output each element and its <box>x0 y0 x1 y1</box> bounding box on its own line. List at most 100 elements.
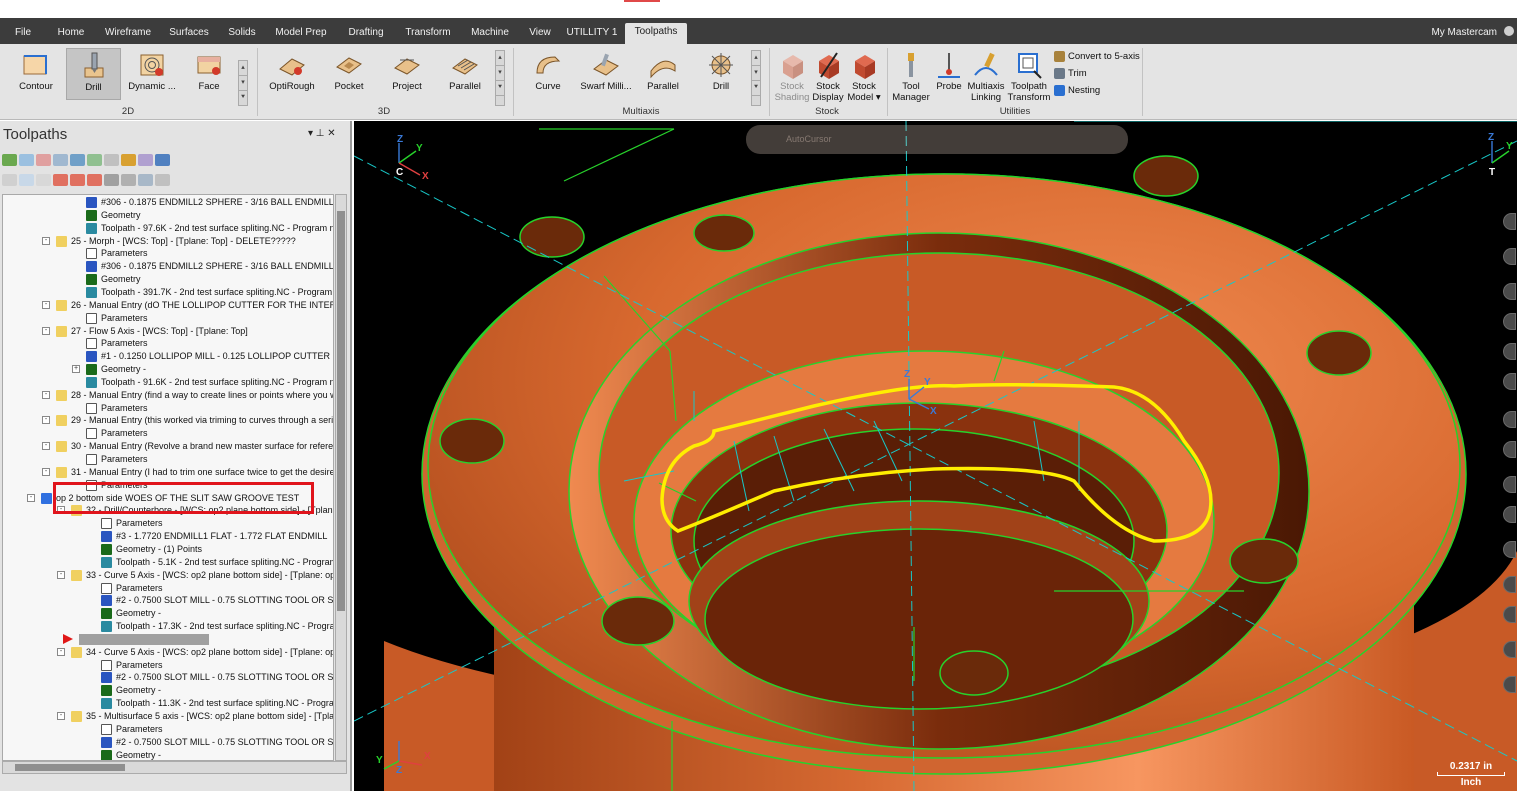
tree-row[interactable]: - 29 - Manual Entry (this worked via trim… <box>3 414 333 427</box>
backplot-icon[interactable] <box>70 154 85 166</box>
tree-row[interactable]: - 25 - Morph - [WCS: Top] - [Tplane: Top]… <box>3 235 333 248</box>
menu-tab-solids[interactable]: Solids <box>222 18 262 44</box>
simulate-icon[interactable] <box>104 154 119 166</box>
menu-tab-machine[interactable]: Machine <box>464 18 516 44</box>
viewsheet-tab-icon[interactable] <box>1503 676 1516 693</box>
my-mastercam-menu[interactable]: My Mastercam <box>1431 18 1497 44</box>
collapse-toggle[interactable]: - <box>42 416 50 425</box>
tree-row[interactable]: Parameters <box>3 337 333 350</box>
toolpath-tree[interactable]: #306 - 0.1875 ENDMILL2 SPHERE - 3/16 BAL… <box>2 194 334 761</box>
verify-icon[interactable] <box>87 154 102 166</box>
tree-scroll-thumb[interactable] <box>337 211 345 611</box>
collapse-toggle[interactable]: - <box>57 712 65 720</box>
tree-row[interactable]: - 34 - Curve 5 Axis - [WCS: op2 plane bot… <box>3 646 333 659</box>
scroll-to-icon[interactable] <box>104 174 119 186</box>
parallel-3d-button[interactable]: Parallel <box>438 48 492 100</box>
show-selected-icon[interactable] <box>121 174 136 186</box>
viewsheet-tab-icon[interactable] <box>1503 373 1516 390</box>
menu-tab-utillity-1[interactable]: UTILLITY 1 <box>566 18 618 44</box>
collapse-toggle[interactable]: - <box>42 442 50 451</box>
convert-to-5-axis-button[interactable]: Convert to 5-axis <box>1054 49 1140 64</box>
trim-button[interactable]: Trim <box>1054 66 1087 81</box>
tree-vertical-scrollbar[interactable] <box>335 194 347 761</box>
menu-tab-surfaces[interactable]: Surfaces <box>165 18 213 44</box>
gallery-2d-scroll[interactable]: ▴ ▾ ⯆ <box>238 60 248 106</box>
tree-row[interactable]: Geometry - <box>3 684 333 697</box>
probe-button[interactable]: Probe <box>933 48 965 100</box>
select-failed-icon[interactable] <box>19 154 34 166</box>
face-button[interactable]: Face <box>183 48 235 100</box>
regenerate-icon[interactable] <box>36 154 51 166</box>
expand-icon[interactable] <box>155 174 170 186</box>
tool-manager-button[interactable]: Tool Manager <box>890 48 932 103</box>
drill-2d-button[interactable]: Drill <box>66 48 121 100</box>
viewsheet-tab-icon[interactable] <box>1503 248 1516 265</box>
panel-controls[interactable]: ▾ ⊥ ✕ <box>308 128 336 139</box>
gallery-3d-scroll[interactable]: ▴ ▾ ⯆ <box>495 50 505 106</box>
collapse-toggle[interactable]: - <box>57 570 65 579</box>
tree-horizontal-scrollbar[interactable] <box>2 761 347 774</box>
tree-row[interactable]: Parameters <box>3 582 333 595</box>
high-speed-icon[interactable] <box>138 154 153 166</box>
viewsheet-tab-icon[interactable] <box>1503 213 1516 230</box>
tree-row[interactable]: #306 - 0.1875 ENDMILL2 SPHERE - 3/16 BAL… <box>3 260 333 273</box>
swarf-milling-button[interactable]: Swarf Milli... <box>578 48 634 100</box>
drill-multiaxis-button[interactable]: Drill <box>694 48 748 100</box>
menu-tab-toolpaths[interactable]: Toolpaths <box>625 23 687 44</box>
menu-tab-home[interactable]: Home <box>52 18 90 44</box>
tree-row[interactable]: - 27 - Flow 5 Axis - [WCS: Top] - [Tplane… <box>3 325 333 338</box>
tree-row[interactable]: Parameters <box>3 723 333 736</box>
menu-tab-drafting[interactable]: Drafting <box>340 18 392 44</box>
tree-row[interactable]: Geometry - (1) Points <box>3 543 333 556</box>
collapse-toggle[interactable]: - <box>42 467 50 476</box>
viewsheet-tab-icon[interactable] <box>1503 313 1516 330</box>
tree-hscroll-thumb[interactable] <box>15 764 125 771</box>
tree-row[interactable]: - 33 - Curve 5 Axis - [WCS: op2 plane bot… <box>3 569 333 582</box>
dynamic-button[interactable]: Dynamic ... <box>124 48 180 100</box>
collapse-toggle[interactable]: - <box>42 236 50 245</box>
tree-row[interactable]: Parameters <box>3 453 333 466</box>
menu-tab-file[interactable]: File <box>8 18 38 44</box>
tree-row[interactable]: Geometry <box>3 209 333 222</box>
options-icon[interactable] <box>138 174 153 186</box>
tree-row[interactable]: #2 - 0.7500 SLOT MILL - 0.75 SLOTTING TO… <box>3 736 333 749</box>
toolpath-transform-button[interactable]: Toolpath Transform <box>1007 48 1051 103</box>
tree-row[interactable]: #2 - 0.7500 SLOT MILL - 0.75 SLOTTING TO… <box>3 594 333 607</box>
graphics-viewport[interactable]: Z Y C X Z Y T Z Y X Z Y X AutoCursor 0.2… <box>354 121 1517 791</box>
menu-tab-wireframe[interactable]: Wireframe <box>100 18 156 44</box>
viewsheet-tab-icon[interactable] <box>1503 411 1516 428</box>
toggle-display-icon[interactable] <box>19 174 34 186</box>
nesting-button[interactable]: Nesting <box>1054 83 1100 98</box>
tree-row[interactable]: Parameters <box>3 427 333 440</box>
tree-row[interactable]: Toolpath - 17.3K - 2nd test surface spli… <box>3 620 333 633</box>
tree-row[interactable]: - 26 - Manual Entry (dO THE LOLLIPOP CUTT… <box>3 299 333 312</box>
move-down-icon[interactable] <box>53 174 68 186</box>
toggle-post-icon[interactable] <box>36 174 51 186</box>
pocket-3d-button[interactable]: Pocket <box>324 48 374 100</box>
tree-row[interactable]: Toolpath - 11.3K - 2nd test surface spli… <box>3 697 333 710</box>
regen-dirty-icon[interactable] <box>53 154 68 166</box>
collapse-toggle[interactable]: - <box>42 300 50 309</box>
stock-shading-button[interactable]: Stock Shading <box>774 48 810 103</box>
tree-row[interactable]: #1 - 0.1250 LOLLIPOP MILL - 0.125 LOLLIP… <box>3 350 333 363</box>
stock-model-button[interactable]: Stock Model ▾ <box>845 48 883 103</box>
viewsheet-tab-icon[interactable] <box>1503 343 1516 360</box>
viewsheet-tab-icon[interactable] <box>1503 283 1516 300</box>
tree-row[interactable]: - 28 - Manual Entry (find a way to create… <box>3 389 333 402</box>
parallel-multiaxis-button[interactable]: Parallel <box>636 48 690 100</box>
viewsheet-tab-icon[interactable] <box>1503 441 1516 458</box>
stock-display-button[interactable]: Stock Display <box>810 48 846 103</box>
viewsheet-tab-icon[interactable] <box>1503 476 1516 493</box>
menu-tab-view[interactable]: View <box>522 18 558 44</box>
viewsheet-tab-icon[interactable] <box>1503 506 1516 523</box>
autocursor-mini-toolbar[interactable]: AutoCursor <box>746 125 1128 154</box>
project-button[interactable]: Project <box>380 48 434 100</box>
multiaxis-linking-button[interactable]: Multiaxis Linking <box>965 48 1007 103</box>
collapse-toggle[interactable]: - <box>27 493 35 502</box>
tree-row[interactable]: Parameters <box>3 517 333 530</box>
post-icon[interactable] <box>121 154 136 166</box>
select-all-icon[interactable] <box>2 154 17 166</box>
tree-row[interactable]: + Geometry - <box>3 363 333 376</box>
tree-row[interactable]: Toolpath - 391.7K - 2nd test surface spl… <box>3 286 333 299</box>
tree-row[interactable]: - 30 - Manual Entry (Revolve a brand new … <box>3 440 333 453</box>
